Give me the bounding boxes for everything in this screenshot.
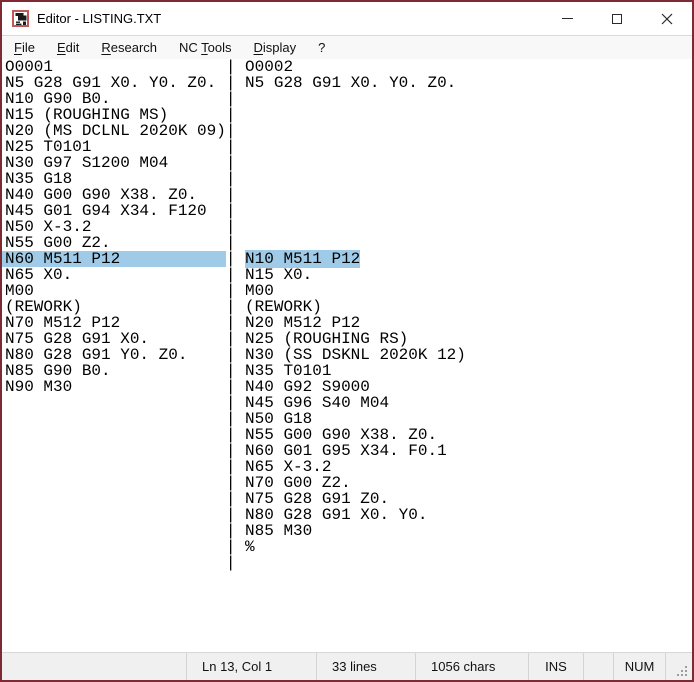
code-left-column: N65 X0.	[5, 267, 226, 283]
title-bar[interactable]: Editor - LISTING.TXT	[2, 2, 692, 36]
code-right-column: N85 M30	[245, 522, 312, 540]
code-left-column: N70 M512 P12	[5, 315, 226, 331]
code-left-column: N45 G01 G94 X34. F120	[5, 203, 226, 219]
minimize-icon	[562, 18, 573, 19]
code-left-column: N50 X-3.2	[5, 219, 226, 235]
status-empty-section	[583, 653, 613, 680]
code-line[interactable]: | N70 G00 Z2.	[2, 475, 692, 491]
status-insert-mode: INS	[528, 653, 583, 680]
code-line[interactable]: N5 G28 G91 X0. Y0. Z0. | N5 G28 G91 X0. …	[2, 75, 692, 91]
code-left-column	[5, 411, 226, 427]
code-line[interactable]: | N75 G28 G91 Z0.	[2, 491, 692, 507]
code-left-column: N30 G97 S1200 M04	[5, 155, 226, 171]
code-left-column: N5 G28 G91 X0. Y0. Z0.	[5, 75, 226, 91]
editor-window: Editor - LISTING.TXT FileEditResearchNC …	[0, 0, 694, 682]
code-line[interactable]: N40 G00 G90 X38. Z0. |	[2, 187, 692, 203]
code-line[interactable]: N35 G18 |	[2, 171, 692, 187]
code-line[interactable]: N55 G00 Z2. |	[2, 235, 692, 251]
close-button[interactable]	[642, 2, 692, 35]
window-controls	[542, 2, 692, 35]
code-line[interactable]: |	[2, 555, 692, 571]
menu-item-?[interactable]: ?	[307, 38, 336, 58]
menu-item-research[interactable]: Research	[90, 38, 168, 58]
code-line[interactable]: N70 M512 P12 | N20 M512 P12	[2, 315, 692, 331]
code-left-column	[5, 539, 226, 555]
code-left-column	[5, 475, 226, 491]
code-line[interactable]: | N50 G18	[2, 411, 692, 427]
code-left-column: M00	[5, 283, 226, 299]
menu-bar: FileEditResearchNC ToolsDisplay?	[2, 36, 692, 59]
code-right-column: %	[245, 538, 255, 556]
maximize-icon	[612, 14, 622, 24]
code-line[interactable]: N65 X0. | N15 X0.	[2, 267, 692, 283]
code-line[interactable]: | %	[2, 539, 692, 555]
code-left-column	[5, 555, 226, 571]
code-right-column: N5 G28 G91 X0. Y0. Z0.	[245, 74, 456, 92]
code-left-column: N10 G90 B0.	[5, 91, 226, 107]
code-left-column: N25 T0101	[5, 139, 226, 155]
window-title: Editor - LISTING.TXT	[37, 11, 161, 26]
code-left-column: N20 (MS DCLNL 2020K 09)	[5, 123, 226, 139]
code-left-column: N35 G18	[5, 171, 226, 187]
editor-text-area[interactable]: O0001 | O0002N5 G28 G91 X0. Y0. Z0. | N5…	[2, 59, 692, 652]
code-left-column: N85 G90 B0.	[5, 363, 226, 379]
code-line[interactable]: N50 X-3.2 |	[2, 219, 692, 235]
code-left-column: N55 G00 Z2.	[5, 235, 226, 251]
code-left-column: N40 G00 G90 X38. Z0.	[5, 187, 226, 203]
code-line[interactable]: | N85 M30	[2, 523, 692, 539]
code-left-column	[5, 459, 226, 475]
code-line[interactable]: O0001 | O0002	[2, 59, 692, 75]
code-left-column: N90 M30	[5, 379, 226, 395]
menu-item-edit[interactable]: Edit	[46, 38, 90, 58]
code-left-column: N75 G28 G91 X0.	[5, 331, 226, 347]
code-left-column: N60 M511 P12	[5, 251, 226, 267]
code-left-column	[5, 427, 226, 443]
minimize-button[interactable]	[542, 2, 592, 35]
code-left-column: O0001	[5, 59, 226, 75]
code-line[interactable]: N30 G97 S1200 M04 |	[2, 155, 692, 171]
code-line[interactable]: N90 M30 | N40 G92 S9000	[2, 379, 692, 395]
menu-item-file[interactable]: File	[3, 38, 46, 58]
status-char-count: 1056 chars	[415, 653, 528, 680]
code-line[interactable]: N25 T0101 |	[2, 139, 692, 155]
status-spacer	[2, 653, 186, 680]
code-line[interactable]: N20 (MS DCLNL 2020K 09)|	[2, 123, 692, 139]
menu-item-display[interactable]: Display	[243, 38, 308, 58]
code-line[interactable]: N15 (ROUGHING MS) |	[2, 107, 692, 123]
resize-grip-icon	[677, 666, 687, 676]
code-left-column	[5, 491, 226, 507]
code-line[interactable]: M00 | M00	[2, 283, 692, 299]
code-line[interactable]: (REWORK) | (REWORK)	[2, 299, 692, 315]
code-left-column	[5, 523, 226, 539]
status-numlock: NUM	[613, 653, 665, 680]
code-line[interactable]: | N60 G01 G95 X34. F0.1	[2, 443, 692, 459]
status-bar: Ln 13, Col 1 33 lines 1056 chars INS NUM	[2, 652, 692, 680]
code-line[interactable]: N80 G28 G91 Y0. Z0. | N30 (SS DSKNL 2020…	[2, 347, 692, 363]
status-cursor-position: Ln 13, Col 1	[186, 653, 316, 680]
code-left-column	[5, 507, 226, 523]
code-left-column: (REWORK)	[5, 299, 226, 315]
code-left-column	[5, 395, 226, 411]
code-line[interactable]: | N80 G28 G91 X0. Y0.	[2, 507, 692, 523]
code-line[interactable]: | N45 G96 S40 M04	[2, 395, 692, 411]
code-line[interactable]: N85 G90 B0. | N35 T0101	[2, 363, 692, 379]
status-line-count: 33 lines	[316, 653, 415, 680]
code-line[interactable]: N10 G90 B0. |	[2, 91, 692, 107]
code-left-column: N15 (ROUGHING MS)	[5, 107, 226, 123]
code-line-highlighted[interactable]: N60 M511 P12 | N10 M511 P12	[2, 251, 692, 267]
code-left-column	[5, 443, 226, 459]
column-separator: |	[226, 554, 236, 572]
code-line[interactable]: | N65 X-3.2	[2, 459, 692, 475]
code-line[interactable]: | N55 G00 G90 X38. Z0.	[2, 427, 692, 443]
code-line[interactable]: N75 G28 G91 X0. | N25 (ROUGHING RS)	[2, 331, 692, 347]
resize-grip[interactable]	[665, 653, 692, 680]
maximize-button[interactable]	[592, 2, 642, 35]
app-document-icon	[12, 10, 29, 27]
menu-item-nc-tools[interactable]: NC Tools	[168, 38, 243, 58]
code-left-column: N80 G28 G91 Y0. Z0.	[5, 347, 226, 363]
close-icon	[661, 13, 673, 25]
code-line[interactable]: N45 G01 G94 X34. F120 |	[2, 203, 692, 219]
